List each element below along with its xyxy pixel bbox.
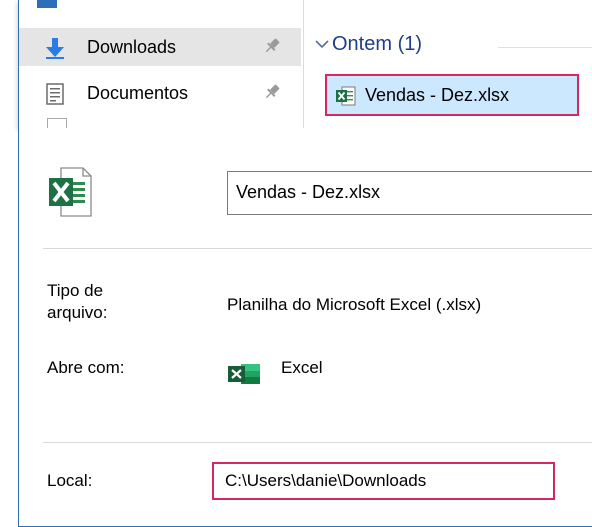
excel-file-large-icon [49,167,92,217]
group-header-title: Ontem (1) [332,33,423,55]
excel-file-icon [336,86,356,106]
download-arrow-icon [46,38,64,59]
group-header[interactable]: Ontem (1) [308,30,592,60]
pin-icon[interactable] [263,37,281,55]
file-type-label: Tipo de arquivo: [47,281,108,322]
nav-partial-item-icon [37,0,57,8]
nav-item-documentos[interactable]: Documentos [19,74,301,112]
pin-icon[interactable] [263,83,281,101]
section-divider [43,442,592,443]
nav-item-downloads[interactable]: Downloads [19,28,301,66]
location-value: C:\Users\danie\Downloads [225,471,427,490]
file-list-pane: Ontem (1) Vendas - Dez.xlsx [304,0,592,128]
location-label: Local: [47,471,93,490]
opens-with-value: Excel [281,358,323,377]
group-header-line [498,47,592,48]
chevron-down-icon[interactable] [314,36,330,52]
nav-item-label: Documentos [87,83,189,103]
section-divider [43,248,592,249]
file-type-value: Planilha do Microsoft Excel (.xlsx) [227,295,482,314]
file-properties-dialog: Vendas - Dez.xlsx Tipo de arquivo: Plani… [18,128,592,527]
file-explorer-window: Downloads Documentos Ontem (1) Vendas - … [18,0,592,128]
documents-icon [46,83,64,105]
file-name-input[interactable]: Vendas - Dez.xlsx [227,171,592,215]
nav-item-label: Downloads [87,37,177,57]
nav-partial-item-icon [47,118,67,128]
file-item-name: Vendas - Dez.xlsx [365,85,510,105]
opens-with-label: Abre com: [47,358,125,377]
excel-app-icon [228,364,260,384]
navigation-pane: Downloads Documentos [19,0,301,128]
file-item-vendas[interactable]: Vendas - Dez.xlsx [325,74,579,116]
